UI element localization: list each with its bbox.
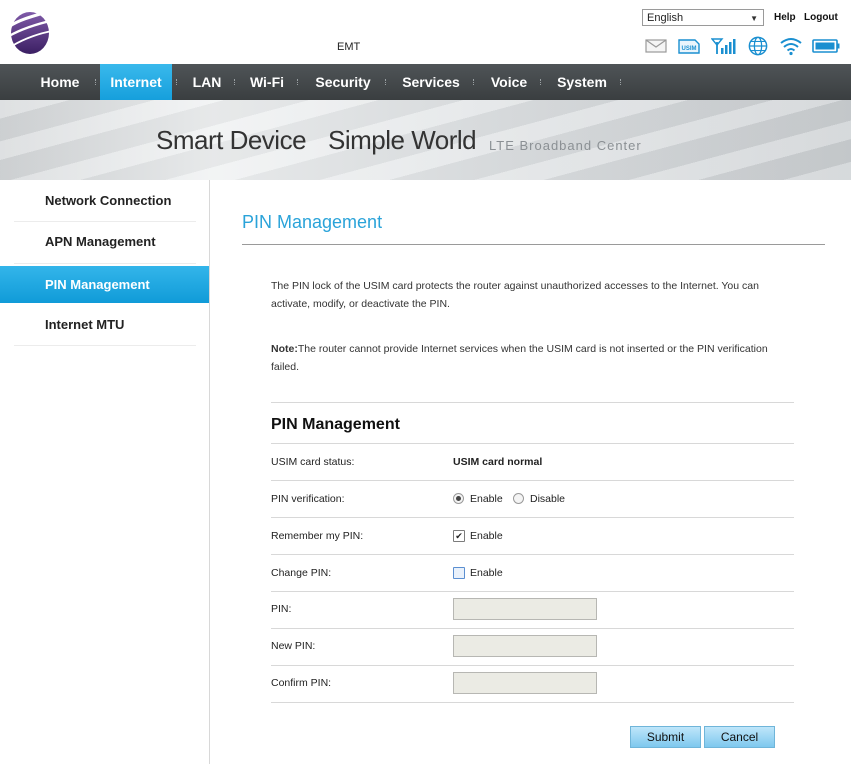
sidebar-item-internet-mtu[interactable]: Internet MTU [0, 305, 209, 345]
note-label: Note: [271, 343, 298, 355]
signal-icon[interactable] [711, 36, 737, 56]
nav-separator [473, 79, 476, 85]
mail-icon[interactable] [645, 36, 667, 56]
remember-pin-checkbox[interactable]: ✔ [453, 530, 465, 542]
language-select-value: English [647, 12, 684, 24]
form-divider [271, 402, 794, 403]
main-nav: Home Internet LAN Wi-Fi Security Service… [0, 64, 851, 100]
operator-name: EMT [337, 41, 361, 53]
page-description: The PIN lock of the USIM card protects t… [271, 280, 759, 310]
nav-separator [176, 79, 179, 85]
top-bar: EMT English ▼ Help Logout USIM [0, 0, 851, 64]
logout-link[interactable]: Logout [804, 12, 838, 23]
page-note: Note:The router cannot provide Internet … [271, 340, 786, 376]
form-divider [271, 554, 794, 555]
nav-security[interactable]: Security [305, 64, 381, 100]
pin-verification-enable-label[interactable]: Enable [470, 493, 503, 505]
nav-home[interactable]: Home [28, 64, 92, 100]
submit-button[interactable]: Submit [630, 726, 701, 748]
sidebar-item-apn-management[interactable]: APN Management [0, 222, 209, 262]
globe-icon[interactable] [747, 36, 769, 56]
form-divider [271, 591, 794, 592]
pin-verification-disable-radio[interactable] [513, 493, 524, 504]
nav-internet[interactable]: Internet [100, 64, 172, 100]
usim-icon-text: USIM [682, 46, 697, 52]
form-divider [271, 480, 794, 481]
confirm-pin-label: Confirm PIN: [271, 677, 332, 689]
form-divider [271, 702, 794, 703]
new-pin-input[interactable] [453, 635, 597, 657]
pin-input[interactable] [453, 598, 597, 620]
banner: Smart Device Simple World LTE Broadband … [0, 100, 851, 180]
remember-pin-label: Remember my PIN: [271, 530, 364, 542]
nav-separator [297, 79, 300, 85]
sidebar-item-pin-management[interactable]: PIN Management [0, 266, 209, 303]
operator-logo [8, 8, 54, 54]
title-divider [242, 244, 825, 245]
note-text: The router cannot provide Internet servi… [271, 343, 768, 373]
banner-subtitle: LTE Broadband Center [489, 138, 642, 153]
nav-voice[interactable]: Voice [480, 64, 538, 100]
form-title: PIN Management [271, 416, 400, 433]
change-pin-enable-label[interactable]: Enable [470, 567, 503, 579]
language-select[interactable]: English ▼ [642, 9, 764, 26]
sidebar-item-network-connection[interactable]: Network Connection [0, 181, 209, 221]
nav-separator [234, 79, 237, 85]
help-link[interactable]: Help [774, 12, 796, 23]
chevron-down-icon: ▼ [750, 14, 758, 23]
change-pin-checkbox[interactable] [453, 567, 465, 579]
wifi-icon[interactable] [780, 36, 802, 56]
sidebar-divider [14, 345, 196, 346]
nav-lan[interactable]: LAN [183, 64, 231, 100]
remember-pin-enable-label[interactable]: Enable [470, 530, 503, 542]
pin-label: PIN: [271, 603, 292, 615]
usim-status-value: USIM card normal [453, 456, 543, 468]
banner-slogan-2: Simple World [328, 125, 477, 155]
pin-verification-label: PIN verification: [271, 493, 345, 505]
sidebar-divider [14, 263, 196, 264]
nav-system[interactable]: System [547, 64, 617, 100]
nav-separator [385, 79, 388, 85]
pin-verification-enable-radio[interactable] [453, 493, 464, 504]
change-pin-label: Change PIN: [271, 567, 332, 579]
nav-separator [540, 79, 543, 85]
cancel-button[interactable]: Cancel [704, 726, 775, 748]
nav-wifi[interactable]: Wi-Fi [240, 64, 294, 100]
form-divider [271, 443, 794, 444]
form-divider [271, 665, 794, 666]
nav-services[interactable]: Services [392, 64, 470, 100]
pin-verification-disable-label[interactable]: Disable [530, 493, 565, 505]
new-pin-label: New PIN: [271, 640, 316, 652]
confirm-pin-input[interactable] [453, 672, 597, 694]
form-divider [271, 628, 794, 629]
page-title: PIN Management [242, 212, 383, 232]
nav-separator [620, 79, 623, 85]
usim-icon[interactable]: USIM [677, 36, 701, 56]
battery-icon[interactable] [812, 36, 840, 56]
sidebar: Network Connection APN Management PIN Ma… [0, 180, 210, 764]
form-divider [271, 517, 794, 518]
banner-slogan-1: Smart Device [156, 125, 307, 155]
nav-separator [95, 79, 98, 85]
usim-status-label: USIM card status: [271, 456, 355, 468]
